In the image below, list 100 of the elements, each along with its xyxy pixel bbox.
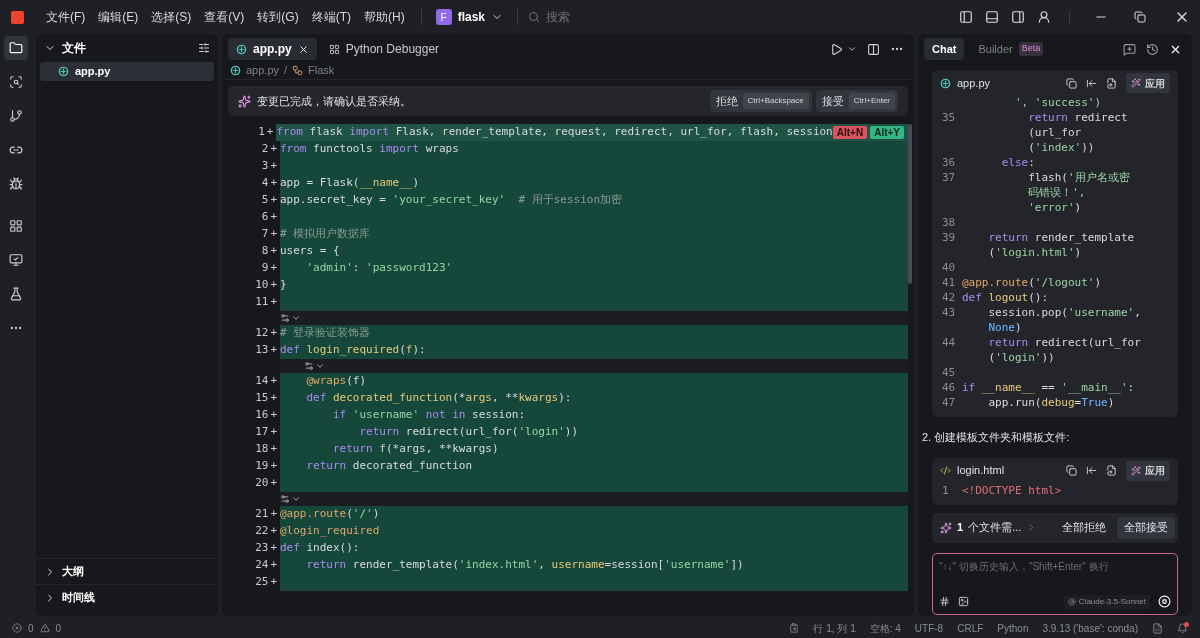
- image-icon[interactable]: [958, 596, 969, 607]
- line-number: 14: [255, 373, 269, 390]
- shortcut-badge[interactable]: Alt+N: [832, 126, 868, 139]
- error-icon[interactable]: [12, 623, 22, 633]
- status-item[interactable]: CRLF: [957, 620, 984, 636]
- review-action-button[interactable]: 拒绝 Ctrl+Backspace: [709, 90, 812, 112]
- file-item[interactable]: app.py: [40, 62, 214, 81]
- insert-icon[interactable]: [1086, 465, 1097, 476]
- line-number: 45: [941, 365, 957, 382]
- history-icon[interactable]: [1146, 42, 1159, 56]
- status-item[interactable]: UTF-8: [914, 620, 944, 636]
- chat-tab[interactable]: Builder Beta: [970, 38, 1052, 60]
- code-line: ', 'success'): [1013, 95, 1102, 112]
- close-icon[interactable]: [297, 43, 309, 55]
- sparkle-icon: [940, 521, 952, 534]
- fold-toggle[interactable]: [280, 313, 301, 323]
- copy-icon[interactable]: [1066, 465, 1077, 476]
- reject-all-button[interactable]: 全部拒绝: [1056, 516, 1112, 539]
- menu-item[interactable]: 帮助(H): [358, 8, 411, 26]
- breadcrumb-separator: /: [284, 63, 288, 79]
- editor-tab[interactable]: app.py: [228, 38, 317, 60]
- chat-input-field[interactable]: "↑↓" 切换历史输入，"Shift+Enter" 换行: [939, 558, 1171, 574]
- line-number: 1: [941, 482, 950, 499]
- status-item[interactable]: Python: [997, 620, 1029, 636]
- status-item[interactable]: 行 1, 列 1: [813, 620, 856, 636]
- code-line: return f(*args, **kwargs): [331, 441, 499, 458]
- folder-icon[interactable]: [4, 36, 28, 60]
- toggle-panel-icon[interactable]: [985, 10, 999, 24]
- notification-icon[interactable]: [1177, 622, 1188, 634]
- code-line: return redirect(url_for('login')): [358, 424, 579, 441]
- new-file-icon[interactable]: [1106, 465, 1117, 476]
- chevron-icon[interactable]: [847, 44, 857, 54]
- warning-count[interactable]: 0: [55, 620, 62, 636]
- warning-icon[interactable]: [39, 623, 50, 633]
- code-line: if 'username' not in session:: [331, 407, 526, 424]
- line-number: 23: [255, 540, 269, 557]
- status-item[interactable]: 3.9.13 ('base': conda): [1042, 620, 1138, 636]
- sidebar-section[interactable]: 大纲: [36, 558, 218, 584]
- insert-icon[interactable]: [1086, 77, 1097, 89]
- chat-tab[interactable]: Chat: [924, 38, 965, 60]
- code-file-icon: [940, 465, 951, 476]
- project-switcher[interactable]: F flask: [431, 8, 507, 26]
- wand-icon: [1131, 78, 1141, 88]
- code-line: def logout():: [962, 290, 1049, 307]
- apply-button[interactable]: 应用: [1126, 460, 1170, 481]
- shortcut-badge[interactable]: Alt+Y: [870, 126, 904, 139]
- scrollbar[interactable]: [908, 124, 912, 284]
- copy-icon[interactable]: [1066, 77, 1077, 89]
- sidebar-section[interactable]: 时间线: [36, 584, 218, 610]
- menu-item[interactable]: 文件(F): [40, 8, 92, 26]
- restore-icon[interactable]: [1134, 11, 1146, 23]
- search-field[interactable]: 搜索: [546, 8, 696, 26]
- line-number: 42: [941, 290, 957, 307]
- code-line: app.secret_key = 'your_secret_key' # 用于session加密: [280, 192, 623, 209]
- breadcrumb-item[interactable]: Flask: [308, 62, 335, 79]
- stop-icon[interactable]: [1158, 595, 1171, 608]
- code-card-filename: login.html: [957, 463, 1005, 479]
- line-number: 37: [941, 170, 957, 187]
- menu-item[interactable]: 转到(G): [251, 8, 305, 26]
- menu-item[interactable]: 编辑(E): [92, 8, 145, 26]
- toggle-secondary-sidebar-icon[interactable]: [1011, 10, 1025, 24]
- accept-all-button[interactable]: 全部接受: [1117, 516, 1175, 539]
- line-number: 39: [941, 230, 957, 247]
- split-editor-icon[interactable]: [867, 42, 880, 56]
- account-icon[interactable]: [1037, 10, 1051, 24]
- code-line: None): [987, 320, 1022, 337]
- code-line: session.pop('username',: [987, 305, 1141, 322]
- menu-item[interactable]: 选择(S): [145, 8, 198, 26]
- menu-item[interactable]: 终端(T): [305, 8, 357, 26]
- code-line: app.run(debug=True): [987, 395, 1115, 412]
- apply-button[interactable]: 应用: [1126, 73, 1170, 93]
- error-count[interactable]: 0: [28, 620, 34, 636]
- fold-toggle[interactable]: [280, 494, 301, 504]
- menu-item[interactable]: 查看(V): [198, 8, 251, 26]
- model-selector[interactable]: Claude-3.5-Sonnet: [1063, 594, 1150, 609]
- fold-toggle[interactable]: [304, 361, 325, 371]
- line-number: 4: [261, 175, 269, 192]
- hash-icon[interactable]: [939, 596, 950, 607]
- run-icon[interactable]: [830, 42, 843, 56]
- review-action-button[interactable]: 接受 Ctrl+Enter: [815, 90, 898, 112]
- pending-label[interactable]: 个文件需...: [968, 519, 1022, 536]
- sliders-icon: [304, 361, 314, 371]
- filter-icon[interactable]: [198, 42, 210, 54]
- clipboard-icon[interactable]: [789, 623, 800, 633]
- code-line: users = {: [280, 243, 340, 260]
- code-line: else:: [1000, 155, 1035, 172]
- line-number: 16: [255, 407, 269, 424]
- status-item[interactable]: 空格: 4: [869, 620, 901, 636]
- code-line: @app.route('/'): [280, 506, 380, 523]
- new-chat-icon[interactable]: [1123, 42, 1136, 56]
- line-number: 38: [941, 215, 957, 232]
- breadcrumb-item[interactable]: app.py: [246, 62, 280, 79]
- line-number: 24: [255, 557, 269, 574]
- file-code-icon[interactable]: [1152, 622, 1163, 634]
- extension-icon: [328, 43, 340, 55]
- diff-marker: +: [270, 158, 277, 175]
- toggle-sidebar-icon[interactable]: [959, 10, 973, 24]
- new-file-icon[interactable]: [1106, 77, 1117, 89]
- editor-tab[interactable]: Python Debugger: [320, 38, 448, 60]
- code-line: ('login.html'): [987, 245, 1082, 262]
